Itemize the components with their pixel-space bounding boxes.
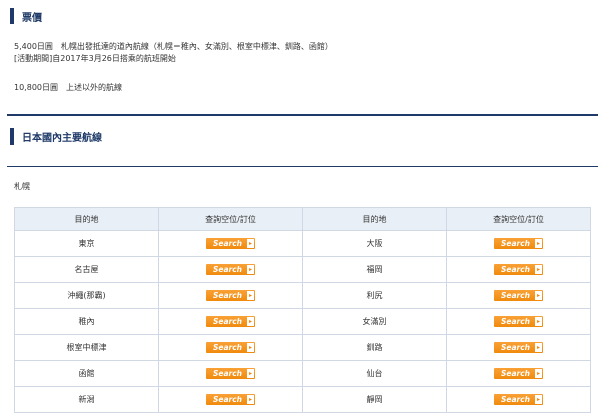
chevron-right-icon: ▸ (247, 395, 254, 404)
table-row: 東京 Search ▸ 大阪 Search ▸ (14, 230, 591, 257)
search-button[interactable]: Search ▸ (494, 394, 543, 405)
column-header-booking: 查詢空位/訂位 (446, 207, 591, 231)
destination-cell: 函館 (14, 360, 159, 387)
search-button-label: Search (212, 291, 243, 300)
chevron-right-icon: ▸ (535, 317, 542, 326)
search-button[interactable]: Search ▸ (494, 290, 543, 301)
search-button-label: Search (212, 395, 243, 404)
routes-section-header: 日本國內主要航線 (10, 128, 102, 145)
chevron-right-icon: ▸ (247, 317, 254, 326)
booking-cell: Search ▸ (158, 334, 303, 361)
chevron-right-icon: ▸ (535, 265, 542, 274)
search-button[interactable]: Search ▸ (206, 394, 255, 405)
routes-table: 目的地 查詢空位/訂位 目的地 查詢空位/訂位 東京 Search ▸ 大阪 Searc… (14, 207, 591, 413)
section-accent-bar (10, 8, 14, 24)
search-button-label: Search (500, 395, 531, 404)
price-section-title: 票價 (22, 12, 42, 24)
chevron-right-icon: ▸ (247, 291, 254, 300)
chevron-right-icon: ▸ (247, 369, 254, 378)
destination-cell: 沖繩(那霸) (14, 282, 159, 309)
price-section-header: 票價 (10, 8, 42, 24)
price-line-2: [活動期間]自2017年3月26日搭乘的航班開始 (14, 54, 176, 63)
search-button[interactable]: Search ▸ (494, 238, 543, 249)
booking-cell: Search ▸ (446, 360, 591, 387)
price-line-1: 5,400日圓 札幌出發抵達的道內航線（札幌＝稚內、女滿別、根室中標津、釧路、函… (14, 42, 333, 51)
destination-cell: 根室中標津 (14, 334, 159, 361)
destination-cell: 新潟 (14, 386, 159, 413)
search-button[interactable]: Search ▸ (494, 342, 543, 353)
search-button[interactable]: Search ▸ (494, 368, 543, 379)
table-row: 根室中標津 Search ▸ 釧路 Search ▸ (14, 334, 591, 361)
destination-cell: 大阪 (302, 230, 447, 257)
search-button-label: Search (500, 265, 531, 274)
booking-cell: Search ▸ (158, 308, 303, 335)
section-divider (7, 114, 598, 116)
table-header-row: 目的地 查詢空位/訂位 目的地 查詢空位/訂位 (14, 207, 591, 231)
column-header-destination: 目的地 (14, 207, 159, 231)
search-button[interactable]: Search ▸ (206, 290, 255, 301)
search-button-label: Search (500, 369, 531, 378)
chevron-right-icon: ▸ (247, 239, 254, 248)
booking-cell: Search ▸ (446, 282, 591, 309)
section-divider (7, 166, 598, 167)
destination-cell: 福岡 (302, 256, 447, 283)
search-button[interactable]: Search ▸ (206, 316, 255, 327)
destination-cell: 東京 (14, 230, 159, 257)
search-button[interactable]: Search ▸ (494, 316, 543, 327)
origin-label: 札幌 (14, 182, 30, 191)
booking-cell: Search ▸ (446, 308, 591, 335)
destination-cell: 仙台 (302, 360, 447, 387)
chevron-right-icon: ▸ (535, 395, 542, 404)
booking-cell: Search ▸ (158, 282, 303, 309)
booking-cell: Search ▸ (158, 360, 303, 387)
search-button-label: Search (212, 343, 243, 352)
destination-cell: 女滿別 (302, 308, 447, 335)
booking-cell: Search ▸ (446, 230, 591, 257)
booking-cell: Search ▸ (446, 334, 591, 361)
chevron-right-icon: ▸ (247, 265, 254, 274)
booking-cell: Search ▸ (158, 230, 303, 257)
table-row: 稚內 Search ▸ 女滿別 Search ▸ (14, 308, 591, 335)
routes-section-title: 日本國內主要航線 (22, 133, 102, 144)
chevron-right-icon: ▸ (535, 369, 542, 378)
search-button-label: Search (212, 369, 243, 378)
search-button-label: Search (500, 317, 531, 326)
destination-cell: 利尻 (302, 282, 447, 309)
table-row: 函館 Search ▸ 仙台 Search ▸ (14, 360, 591, 387)
destination-cell: 名古屋 (14, 256, 159, 283)
chevron-right-icon: ▸ (535, 343, 542, 352)
chevron-right-icon: ▸ (247, 343, 254, 352)
search-button-label: Search (212, 265, 243, 274)
table-row: 沖繩(那霸) Search ▸ 利尻 Search ▸ (14, 282, 591, 309)
booking-cell: Search ▸ (158, 386, 303, 413)
destination-cell: 稚內 (14, 308, 159, 335)
booking-cell: Search ▸ (446, 256, 591, 283)
booking-cell: Search ▸ (158, 256, 303, 283)
search-button[interactable]: Search ▸ (206, 342, 255, 353)
search-button-label: Search (212, 317, 243, 326)
search-button[interactable]: Search ▸ (206, 238, 255, 249)
booking-cell: Search ▸ (446, 386, 591, 413)
search-button-label: Search (212, 239, 243, 248)
column-header-booking: 查詢空位/訂位 (158, 207, 303, 231)
table-row: 名古屋 Search ▸ 福岡 Search ▸ (14, 256, 591, 283)
search-button-label: Search (500, 239, 531, 248)
destination-cell: 靜岡 (302, 386, 447, 413)
destination-cell: 釧路 (302, 334, 447, 361)
chevron-right-icon: ▸ (535, 291, 542, 300)
search-button[interactable]: Search ▸ (206, 368, 255, 379)
search-button[interactable]: Search ▸ (494, 264, 543, 275)
search-button[interactable]: Search ▸ (206, 264, 255, 275)
search-button-label: Search (500, 291, 531, 300)
table-row: 新潟 Search ▸ 靜岡 Search ▸ (14, 386, 591, 413)
search-button-label: Search (500, 343, 531, 352)
chevron-right-icon: ▸ (535, 239, 542, 248)
column-header-destination: 目的地 (302, 207, 447, 231)
price-line-3: 10,800日圓 上述以外的航線 (14, 83, 122, 92)
section-accent-bar (10, 128, 14, 145)
